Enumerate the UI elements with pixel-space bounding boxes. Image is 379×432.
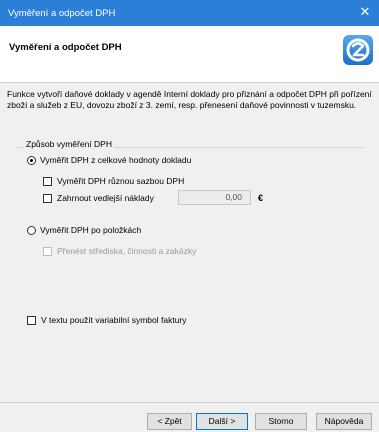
dialog-window: Vyměření a odpočet DPH ✕ Vyměření a odpo… (0, 0, 379, 432)
description-text: Funkce vytvoří daňové doklady v agendě I… (7, 89, 372, 110)
radio-selected-icon[interactable] (27, 155, 36, 165)
help-button[interactable]: Nápověda (316, 413, 372, 430)
checkbox-icon[interactable] (43, 193, 52, 203)
checkbox-icon[interactable] (27, 315, 36, 325)
checkbox-icon[interactable] (43, 176, 52, 186)
close-icon[interactable]: ✕ (351, 0, 379, 26)
cancel-button[interactable]: Storno (255, 413, 307, 430)
back-button[interactable]: < Zpět (147, 413, 192, 430)
currency-label: € (258, 193, 264, 203)
radio-by-items[interactable]: Vyměřit DPH po položkách (27, 225, 141, 235)
checkbox-various-rate[interactable]: Vyměřit DPH různou sazbou DPH (43, 176, 184, 186)
title-bar[interactable]: Vyměření a odpočet DPH ✕ (0, 0, 379, 26)
checkbox-variable-symbol-label: V textu použít variabilní symbol faktury (41, 315, 187, 325)
checkbox-icon (43, 246, 52, 256)
group-label: Způsob vyměření DPH (24, 139, 114, 149)
checkbox-variable-symbol[interactable]: V textu použít variabilní symbol faktury (27, 315, 187, 325)
checkbox-transfer-centers: Přenést střediska, činnosti a zakázky (43, 246, 196, 256)
radio-by-items-label: Vyměřit DPH po položkách (40, 225, 142, 235)
footer-divider (0, 402, 379, 403)
radio-total-value[interactable]: Vyměřit DPH z celkové hodnoty dokladu (27, 155, 191, 165)
side-costs-input[interactable]: 0,00 (178, 190, 251, 205)
next-button[interactable]: Další > (196, 413, 248, 430)
page-title: Vyměření a odpočet DPH (9, 42, 122, 53)
wizard-header: Vyměření a odpočet DPH (0, 26, 379, 83)
radio-total-label: Vyměřit DPH z celkové hodnoty dokladu (40, 155, 192, 165)
window-title: Vyměření a odpočet DPH (8, 8, 116, 19)
checkbox-side-costs[interactable]: Zahrnout vedlejší náklady (43, 193, 154, 203)
checkbox-transfer-centers-label: Přenést střediska, činnosti a zakázky (57, 246, 197, 256)
pohoda-logo-icon (343, 35, 373, 65)
radio-unselected-icon[interactable] (27, 225, 36, 235)
checkbox-side-costs-label: Zahrnout vedlejší náklady (57, 193, 154, 203)
checkbox-various-rate-label: Vyměřit DPH různou sazbou DPH (57, 176, 185, 186)
